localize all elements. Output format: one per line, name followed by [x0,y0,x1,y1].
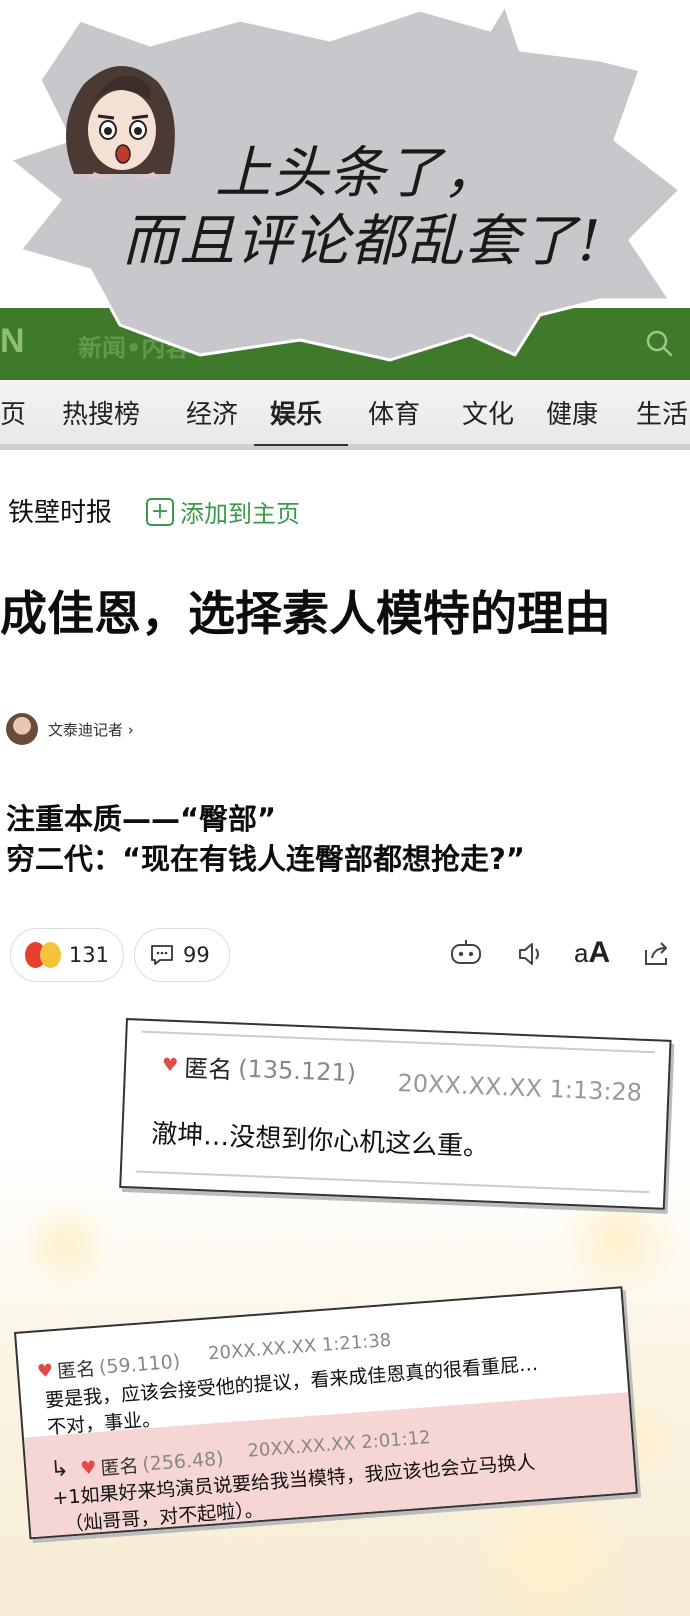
speaker-icon[interactable] [512,936,548,972]
comment-author-ip: (135.121) [237,1054,357,1087]
tab-sports[interactable]: 体育 [368,394,420,431]
reporter-link[interactable]: 文泰迪记者 › [6,713,134,745]
share-icon[interactable] [638,936,674,972]
surprised-girl-avatar [66,65,175,178]
reply-author-name: 匿名 [99,1455,140,1480]
card-bottom-rule [135,1170,650,1194]
tab-culture[interactable]: 文化 [462,394,514,431]
article-subhead-1: 注重本质——“臀部” [6,802,277,836]
tab-trending[interactable]: 热搜榜 [62,394,140,431]
comment-body: 澈坤…没想到你心机这么重。 [150,1119,490,1163]
summary-bot-icon[interactable] [448,936,484,972]
comment-author-name: 匿名 [183,1054,233,1085]
heart-icon: ♥ [161,1054,179,1077]
comment-time: 20XX.XX.XX 1:13:28 [397,1068,643,1107]
active-tab-indicator [254,444,348,446]
font-size-button[interactable]: aA [574,936,610,970]
comment-author-ip: (59.110) [98,1350,181,1379]
comment-button[interactable]: 99 [134,928,230,982]
add-to-home-label: 添加到主页 [180,500,300,528]
heart-icon: ♥ [36,1360,54,1383]
heart-icon: ♥ [79,1457,98,1480]
add-to-home-button[interactable]: + 添加到主页 [146,494,300,529]
plus-icon: + [146,497,174,526]
tab-economy[interactable]: 经济 [186,394,238,431]
reporter-name: 文泰迪记者 › [48,720,134,739]
bubble-text-line2: 而且评论都乱套了! [122,209,602,274]
article-subhead-2: 穷二代：“现在有钱人连臀部都想抢走?” [6,842,525,876]
comment-thread-card: ♥ 匿名 (59.110) 20XX.XX.XX 1:21:38 要是我，应该会… [14,1286,638,1540]
reaction-button[interactable]: 131 [10,928,124,982]
press-name[interactable]: 铁壁时报 [8,492,112,529]
category-nav: 页 热搜榜 经济 娱乐 体育 文化 健康 生活 [0,380,690,450]
article-headline: 成佳恩，选择素人模特的理由 [0,587,611,642]
comment-icon [151,945,173,965]
comment-card: ♥ 匿名 (135.121) 20XX.XX.XX 1:13:28 澈坤…没想到… [119,1018,672,1210]
laugh-emoji-icon [39,942,61,968]
comment-count: 99 [183,943,210,967]
tab-life[interactable]: 生活 [636,394,688,431]
comment-author-name: 匿名 [56,1358,96,1383]
reply-arrow-icon: ↳ [49,1456,70,1483]
comment-author: ♥ 匿名 (135.121) [161,1048,357,1091]
reporter-avatar [6,713,38,745]
reply-author-ip: (256.48) [141,1447,225,1476]
tab-health[interactable]: 健康 [546,394,598,431]
reaction-count: 131 [68,943,109,967]
tab-entertainment[interactable]: 娱乐 [270,394,322,431]
tab-home[interactable]: 页 [0,394,26,431]
comment-time: 20XX.XX.XX 1:21:38 [207,1329,392,1365]
